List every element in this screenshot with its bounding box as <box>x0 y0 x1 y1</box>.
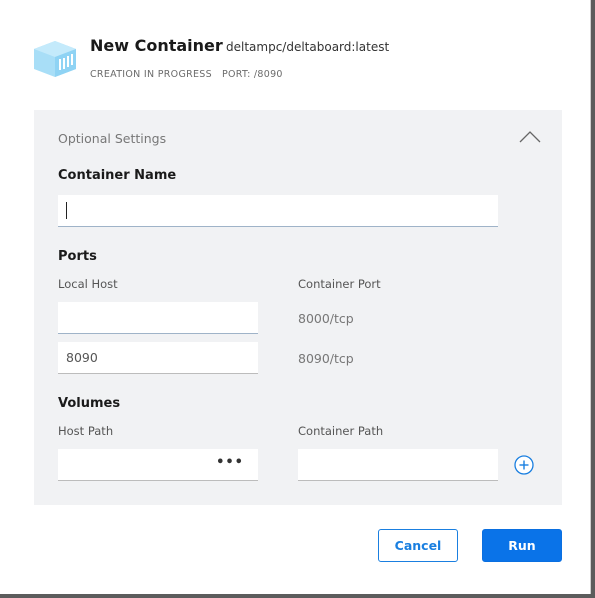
container-box-icon <box>34 41 76 77</box>
text-cursor <box>66 202 67 219</box>
local-host-label: Local Host <box>58 277 118 291</box>
container-port-value: 8090/tcp <box>298 351 354 366</box>
container-name-label: Container Name <box>58 168 177 183</box>
optional-settings-title: Optional Settings <box>58 131 167 146</box>
ports-label: Ports <box>58 249 97 264</box>
container-path-input[interactable] <box>298 449 498 481</box>
container-name-input[interactable] <box>58 195 498 227</box>
local-host-input[interactable] <box>58 302 258 334</box>
container-port-value: 8000/tcp <box>298 311 354 326</box>
chevron-up-icon[interactable] <box>518 130 542 144</box>
container-port-label: Container Port <box>298 277 381 291</box>
host-path-label: Host Path <box>58 424 114 438</box>
local-host-input[interactable] <box>58 342 258 374</box>
port-text: PORT: /8090 <box>222 69 283 80</box>
host-path-input[interactable]: ••• <box>58 449 258 481</box>
container-path-label: Container Path <box>298 424 384 438</box>
cancel-button[interactable]: Cancel <box>378 529 458 562</box>
optional-settings-panel: Optional Settings Container Name Ports L… <box>34 110 562 505</box>
volumes-label: Volumes <box>58 396 121 411</box>
browse-button[interactable]: ••• <box>216 455 244 470</box>
status-text: CREATION IN PROGRESS <box>90 69 212 80</box>
image-name: deltampc/deltaboard:latest <box>226 40 390 54</box>
new-container-dialog: New Container deltampc/deltaboard:latest… <box>0 0 591 594</box>
run-button[interactable]: Run <box>482 529 562 562</box>
plus-circle-icon[interactable] <box>514 455 534 475</box>
dialog-title: New Container <box>90 36 223 55</box>
